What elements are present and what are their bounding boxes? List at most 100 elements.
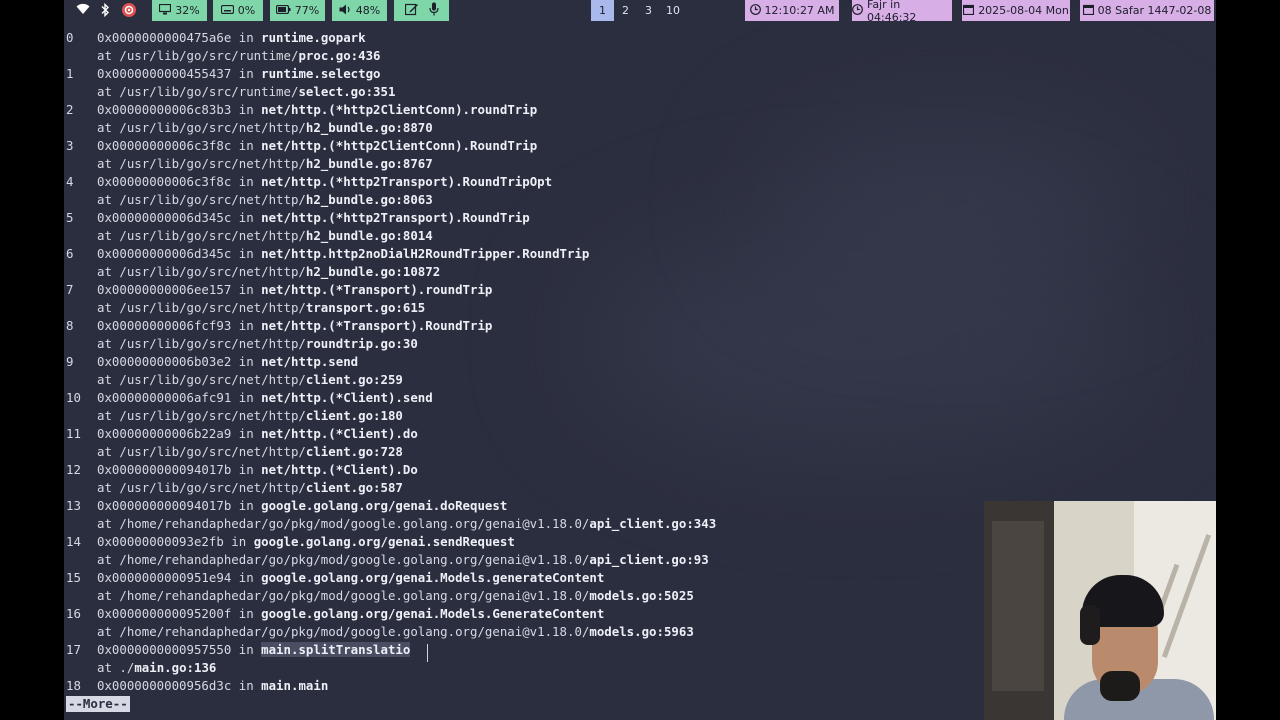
settings-icon[interactable] [121, 2, 137, 21]
frame-address: 0x0000000000455437 [97, 66, 232, 81]
frame-address: 0x00000000006fcf93 [97, 318, 232, 333]
file-location: select.go:351 [298, 84, 396, 99]
frame-address: 0x00000000006c3f8c [97, 138, 232, 153]
memory-stat[interactable]: 0% [213, 0, 263, 21]
frame-number: 17 [66, 642, 81, 657]
frame-function: runtime.gopark [261, 30, 366, 45]
pager-more-prompt[interactable]: --More-- [66, 696, 130, 712]
stack-location-line: at /usr/lib/go/src/net/http/h2_bundle.go… [66, 227, 1206, 245]
path-prefix: /usr/lib/go/src/runtime/ [119, 84, 299, 99]
frame-address: 0x00000000006afc91 [97, 390, 232, 405]
path-prefix: /usr/lib/go/src/net/http/ [119, 264, 306, 279]
cpu-label: 32% [175, 4, 200, 17]
frame-number: 10 [66, 390, 81, 405]
in-keyword: in [238, 462, 254, 477]
date[interactable]: 2025-08-04 Mon [962, 0, 1070, 21]
hijri-date[interactable]: 08 Safar 1447-02-08 [1080, 0, 1214, 21]
frame-address: 0x0000000000957550 [97, 642, 232, 657]
battery-stat[interactable]: 77% [270, 0, 325, 21]
path-prefix: /home/rehandaphedar/go/pkg/mod/google.go… [119, 552, 590, 567]
file-location: h2_bundle.go:10872 [305, 264, 441, 279]
webcam-hair [1080, 605, 1100, 645]
cpu-stat[interactable]: 32% [152, 0, 207, 21]
stack-frame-line: 2 0x00000000006c83b3 in net/http.(*http2C… [66, 101, 1206, 119]
frame-number: 11 [66, 426, 81, 441]
stack-location-line: at /usr/lib/go/src/net/http/h2_bundle.go… [66, 155, 1206, 173]
frame-number: 0 [66, 30, 74, 45]
frame-function: google.golang.org/genai.Models.GenerateC… [261, 606, 605, 621]
workspace-1[interactable]: 1 [591, 0, 614, 21]
screen: 32% 0% 77% 48% 1 2 3 10 12:10:27 AM Fajr… [0, 0, 1280, 720]
frame-address: 0x00000000006d345c [97, 210, 232, 225]
workspace-3[interactable]: 3 [637, 0, 660, 21]
stack-frame-line: 0 0x0000000000475a6e in runtime.gopark [66, 29, 1206, 47]
at-keyword: at [97, 84, 112, 99]
at-keyword: at [97, 588, 112, 603]
in-keyword: in [238, 174, 254, 189]
frame-address: 0x000000000094017b [97, 498, 232, 513]
stack-location-line: at /usr/lib/go/src/net/http/client.go:58… [66, 479, 1206, 497]
in-keyword: in [238, 354, 254, 369]
frame-number: 15 [66, 570, 81, 585]
bluetooth-icon[interactable] [100, 2, 110, 20]
stack-frame-line: 10 0x00000000006afc91 in net/http.(*Clien… [66, 389, 1206, 407]
file-location: client.go:259 [305, 372, 403, 387]
frame-function: google.golang.org/genai.Models.generateC… [261, 570, 605, 585]
file-location: client.go:728 [305, 444, 403, 459]
path-prefix: /usr/lib/go/src/net/http/ [119, 192, 306, 207]
frame-function: net/http.(*Transport).RoundTrip [261, 318, 493, 333]
frame-address: 0x0000000000951e94 [97, 570, 232, 585]
clock-icon [749, 3, 761, 18]
frame-function: main.main [261, 678, 329, 693]
path-prefix: /home/rehandaphedar/go/pkg/mod/google.go… [119, 516, 590, 531]
file-location: client.go:180 [305, 408, 403, 423]
at-keyword: at [97, 336, 112, 351]
date-label: 2025-08-04 Mon [978, 4, 1069, 17]
stack-location-line: at /usr/lib/go/src/net/http/h2_bundle.go… [66, 119, 1206, 137]
frame-function: net/http.(*http2Transport).RoundTrip [261, 210, 530, 225]
in-keyword: in [238, 138, 254, 153]
at-keyword: at [97, 192, 112, 207]
frame-address: 0x00000000006ee157 [97, 282, 232, 297]
frame-address: 0x0000000000475a6e [97, 30, 232, 45]
file-location: h2_bundle.go:8063 [305, 192, 433, 207]
file-location: api_client.go:343 [589, 516, 717, 531]
path-prefix: /usr/lib/go/src/net/http/ [119, 372, 306, 387]
path-prefix: /usr/lib/go/src/net/http/ [119, 120, 306, 135]
volume-stat[interactable]: 48% [332, 0, 387, 21]
mic-icon[interactable] [428, 2, 439, 19]
stack-location-line: at /usr/lib/go/src/runtime/select.go:351 [66, 83, 1206, 101]
stack-location-line: at /usr/lib/go/src/net/http/roundtrip.go… [66, 335, 1206, 353]
edit-icon[interactable] [404, 3, 419, 19]
path-prefix: /usr/lib/go/src/net/http/ [119, 228, 306, 243]
webcam-overlay [984, 501, 1216, 720]
stack-frame-line: 1 0x0000000000455437 in runtime.selectgo [66, 65, 1206, 83]
clock[interactable]: 12:10:27 AM [745, 0, 839, 21]
in-keyword: in [238, 642, 254, 657]
at-keyword: at [97, 300, 112, 315]
calendar-icon [1082, 4, 1094, 18]
frame-function: net/http.(*Client).do [261, 426, 418, 441]
monitor-icon [159, 3, 172, 18]
stack-location-line: at /usr/lib/go/src/runtime/proc.go:436 [66, 47, 1206, 65]
in-keyword: in [238, 102, 254, 117]
clock-icon [852, 3, 863, 18]
prayer-timer[interactable]: Fajr in 04:46:32 [852, 0, 952, 24]
frame-number: 2 [66, 102, 74, 117]
in-keyword: in [238, 66, 254, 81]
stack-location-line: at /usr/lib/go/src/net/http/h2_bundle.go… [66, 263, 1206, 281]
path-prefix: ./ [119, 660, 135, 675]
clock-label: 12:10:27 AM [764, 4, 835, 17]
frame-address: 0x00000000006b03e2 [97, 354, 232, 369]
path-prefix: /home/rehandaphedar/go/pkg/mod/google.go… [119, 588, 590, 603]
workspace-10[interactable]: 10 [660, 0, 686, 21]
frame-number: 9 [66, 354, 74, 369]
workspace-2[interactable]: 2 [614, 0, 637, 21]
stack-frame-line: 3 0x00000000006c3f8c in net/http.(*http2C… [66, 137, 1206, 155]
tray [394, 0, 449, 21]
file-location: proc.go:436 [298, 48, 381, 63]
at-keyword: at [97, 624, 112, 639]
in-keyword: in [231, 534, 247, 549]
frame-address: 0x000000000095200f [97, 606, 232, 621]
wifi-icon[interactable] [76, 3, 90, 18]
